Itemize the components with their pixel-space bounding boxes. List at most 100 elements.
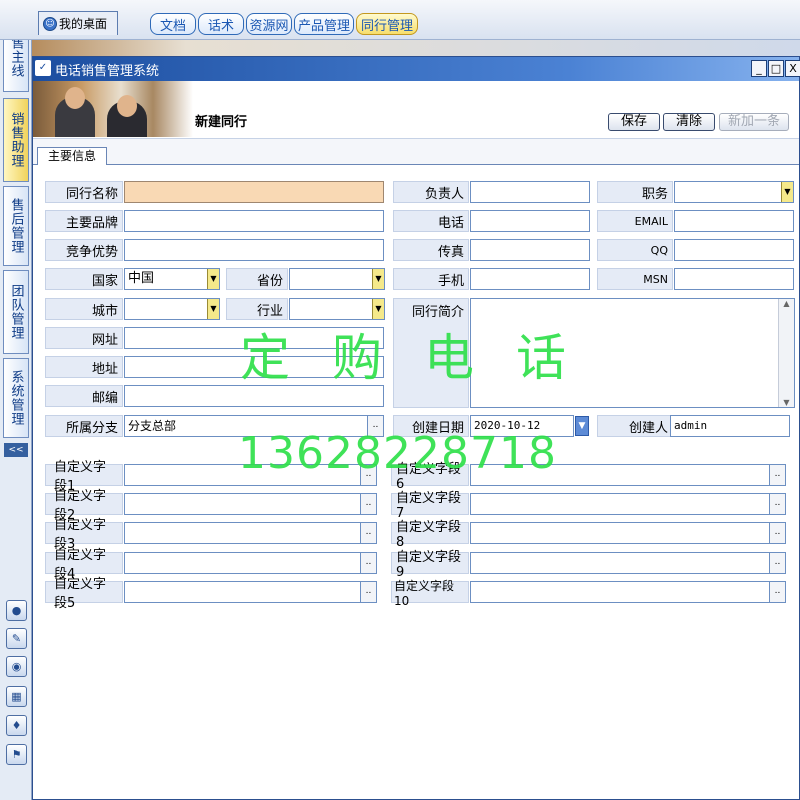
tab-strip: 主要信息 — [33, 139, 799, 166]
globe-icon[interactable]: ◉ — [6, 656, 27, 677]
branch-label: 所属分支 — [45, 415, 123, 437]
qq-label: QQ — [597, 239, 673, 261]
position-select[interactable]: ▼ — [674, 181, 794, 203]
intro-label: 同行简介 — [393, 298, 469, 408]
chevron-down-icon[interactable]: ▼ — [372, 269, 384, 289]
chevron-down-icon[interactable]: ▼ — [207, 269, 219, 289]
chevron-down-icon[interactable]: ▼ — [207, 299, 219, 319]
country-label: 国家 — [45, 268, 123, 290]
desktop-strip — [32, 40, 800, 56]
picker-button[interactable]: .. — [360, 465, 376, 485]
form-area: 同行名称 主要品牌 竞争优势 国家 中国 ▼ 省份 ▼ 城市 ▼ 行业 ▼ 网址… — [33, 165, 799, 799]
header-banner: 新建同行 保存 清除 新加一条 — [33, 81, 799, 139]
position-label: 职务 — [597, 181, 673, 203]
city-select[interactable]: ▼ — [124, 298, 220, 320]
fax-label: 传真 — [393, 239, 469, 261]
created-date-input[interactable]: 2020-10-12 — [470, 415, 574, 437]
picker-button[interactable]: .. — [769, 523, 785, 543]
custom-field-input[interactable]: .. — [470, 552, 786, 574]
scroll-down-icon[interactable]: ▼ — [779, 398, 794, 407]
custom-field-input[interactable]: .. — [124, 522, 377, 544]
tab-scripts[interactable]: 话术 — [198, 13, 244, 35]
picker-button[interactable]: .. — [360, 582, 376, 602]
sidebar-item-team[interactable]: 团队管理 — [3, 270, 29, 354]
custom-field-input[interactable]: .. — [124, 581, 377, 603]
minimize-button[interactable]: _ — [751, 60, 767, 77]
tab-resources[interactable]: 资源网 — [246, 13, 292, 35]
tab-my-desktop[interactable]: ☺ 我的桌面 — [38, 11, 118, 35]
peer-name-input[interactable] — [124, 181, 384, 203]
advantage-input[interactable] — [124, 239, 384, 261]
picker-button[interactable]: .. — [769, 553, 785, 573]
phone-input[interactable] — [470, 210, 590, 232]
custom-field-label: 自定义字段2 — [45, 489, 123, 523]
calendar-icon[interactable]: ▦ — [6, 686, 27, 707]
website-input[interactable] — [124, 327, 384, 349]
branch-picker-button[interactable]: .. — [367, 416, 383, 436]
province-select[interactable]: ▼ — [289, 268, 385, 290]
picker-button[interactable]: .. — [360, 494, 376, 514]
country-value: 中国 — [128, 271, 155, 286]
save-button[interactable]: 保存 — [608, 113, 660, 131]
city-label: 城市 — [45, 298, 123, 320]
sidebar-item-system[interactable]: 系统管理 — [3, 358, 29, 438]
custom-field-input[interactable]: .. — [470, 493, 786, 515]
intro-textarea[interactable] — [470, 298, 795, 408]
tab-peer-management[interactable]: 同行管理 — [356, 13, 418, 35]
user-icon[interactable]: ● — [6, 600, 27, 621]
industry-label: 行业 — [226, 298, 288, 320]
window-titlebar[interactable]: ✓ 电话销售管理系统 _ □ X — [33, 57, 800, 81]
scroll-up-icon[interactable]: ▲ — [779, 299, 794, 308]
share-icon[interactable]: ♦ — [6, 715, 27, 736]
msn-input[interactable] — [674, 268, 794, 290]
maximize-button[interactable]: □ — [768, 60, 784, 77]
branch-field[interactable]: 分支总部 .. — [124, 415, 384, 437]
picker-button[interactable]: .. — [769, 465, 785, 485]
badge-icon[interactable]: ⚑ — [6, 744, 27, 765]
address-input[interactable] — [124, 356, 384, 378]
edit-icon[interactable]: ✎ — [6, 628, 27, 649]
website-label: 网址 — [45, 327, 123, 349]
msn-label: MSN — [597, 268, 673, 290]
qq-input[interactable] — [674, 239, 794, 261]
close-button[interactable]: X — [785, 60, 800, 77]
industry-select[interactable]: ▼ — [289, 298, 385, 320]
tab-documents[interactable]: 文档 — [150, 13, 196, 35]
intro-scrollbar[interactable]: ▲ ▼ — [778, 299, 794, 407]
country-select[interactable]: 中国 ▼ — [124, 268, 220, 290]
custom-field-label: 自定义字段5 — [45, 577, 123, 611]
custom-field-input[interactable]: .. — [124, 464, 377, 486]
advantage-label: 竞争优势 — [45, 239, 123, 261]
chevron-down-icon[interactable]: ▼ — [372, 299, 384, 319]
owner-input[interactable] — [470, 181, 590, 203]
custom-field-input[interactable]: .. — [124, 493, 377, 515]
custom-field-input[interactable]: .. — [470, 464, 786, 486]
collapse-sidebar-button[interactable]: << — [4, 443, 28, 457]
picker-button[interactable]: .. — [360, 553, 376, 573]
clear-button[interactable]: 清除 — [663, 113, 715, 131]
chevron-down-icon[interactable]: ▼ — [781, 182, 793, 202]
email-label: EMAIL — [597, 210, 673, 232]
custom-field-input[interactable]: .. — [470, 581, 786, 603]
mobile-input[interactable] — [470, 268, 590, 290]
calendar-picker-icon[interactable]: ▼ — [575, 416, 589, 436]
creator-input[interactable]: admin — [670, 415, 790, 437]
tab-products[interactable]: 产品管理 — [294, 13, 354, 35]
tab-main-info[interactable]: 主要信息 — [37, 147, 107, 166]
zip-input[interactable] — [124, 385, 384, 407]
sidebar-item-sales-assistant[interactable]: 销售助理 — [3, 98, 29, 182]
sidebar-item-after-sales[interactable]: 售后管理 — [3, 186, 29, 266]
picker-button[interactable]: .. — [769, 494, 785, 514]
picker-button[interactable]: .. — [769, 582, 785, 602]
fax-input[interactable] — [470, 239, 590, 261]
address-label: 地址 — [45, 356, 123, 378]
brand-input[interactable] — [124, 210, 384, 232]
custom-field-label: 自定义字段10 — [391, 579, 469, 608]
add-new-button[interactable]: 新加一条 — [719, 113, 789, 131]
picker-button[interactable]: .. — [360, 523, 376, 543]
custom-field-label: 自定义字段1 — [45, 460, 123, 494]
custom-field-label: 自定义字段9 — [391, 550, 469, 580]
custom-field-input[interactable]: .. — [124, 552, 377, 574]
email-input[interactable] — [674, 210, 794, 232]
custom-field-input[interactable]: .. — [470, 522, 786, 544]
